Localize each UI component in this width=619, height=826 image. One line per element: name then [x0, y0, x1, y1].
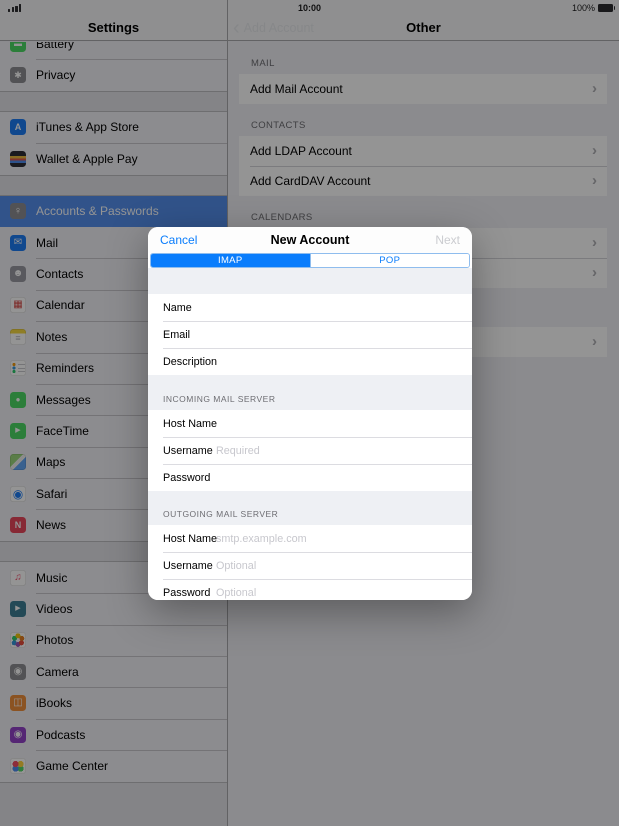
screen: 10:00 100% Settings Add Account Other ▬ … — [0, 0, 619, 826]
incoming-password-row: Password — [148, 464, 472, 491]
outgoing-host-row: Host Name — [148, 525, 472, 552]
description-input[interactable] — [216, 356, 472, 368]
outgoing-username-input[interactable] — [216, 560, 472, 572]
incoming-server-section: INCOMING MAIL SERVER — [148, 375, 472, 410]
incoming-host-row: Host Name — [148, 410, 472, 437]
outgoing-username-row: Username — [148, 552, 472, 579]
segment-pop[interactable]: POP — [310, 254, 470, 267]
outgoing-server-section: OUTGOING MAIL SERVER — [148, 491, 472, 525]
incoming-username-row: Username — [148, 437, 472, 464]
next-button[interactable]: Next — [435, 227, 460, 253]
outgoing-host-input[interactable] — [216, 533, 472, 545]
outgoing-password-input[interactable] — [216, 587, 472, 599]
name-field-row: Name — [148, 294, 472, 321]
incoming-password-input[interactable] — [216, 472, 472, 484]
incoming-host-input[interactable] — [216, 418, 472, 430]
outgoing-password-row: Password — [148, 579, 472, 600]
spacer-band — [148, 268, 472, 294]
incoming-username-input[interactable] — [216, 445, 472, 457]
modal-header: Cancel New Account Next — [148, 227, 472, 253]
account-type-segmented-control: IMAP POP — [150, 253, 470, 268]
outgoing-server-header: OUTGOING MAIL SERVER — [163, 509, 278, 519]
incoming-server-header: INCOMING MAIL SERVER — [163, 394, 276, 404]
email-input[interactable] — [216, 329, 472, 341]
modal-title: New Account — [148, 227, 472, 253]
email-field-row: Email — [148, 321, 472, 348]
description-field-row: Description — [148, 348, 472, 375]
name-input[interactable] — [216, 302, 472, 314]
segment-imap[interactable]: IMAP — [151, 254, 310, 267]
new-account-modal: Cancel New Account Next IMAP POP Name Em… — [148, 227, 472, 600]
